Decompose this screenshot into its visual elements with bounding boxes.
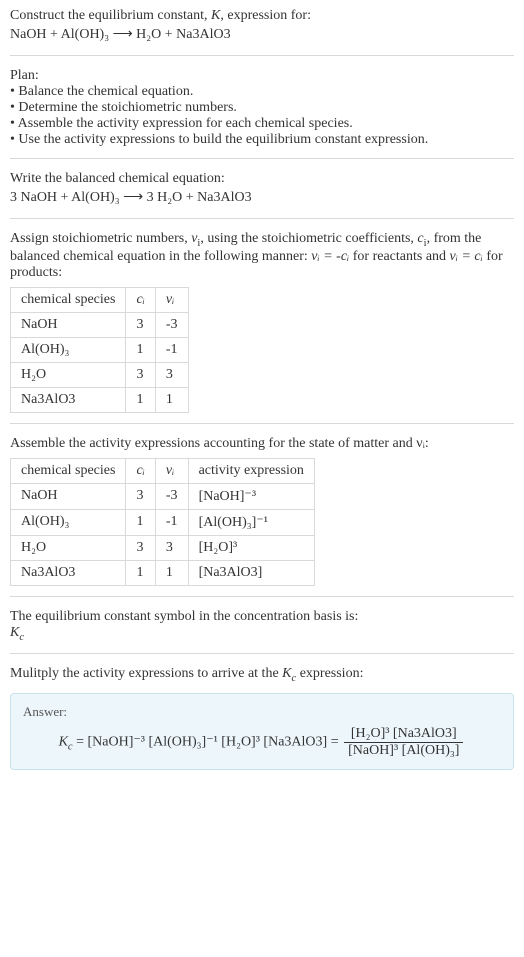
numerator: [H₂O]³ [Na3AlO3] (344, 726, 463, 743)
table-header-row: chemical species cᵢ νᵢ (11, 287, 189, 312)
cell: 1 (155, 387, 188, 412)
multiply-section: Mulitply the activity expressions to arr… (10, 666, 514, 688)
flat-product: [NaOH]⁻³ [Al(OH)₃]⁻¹ [H₂O]³ [Na3AlO3] (88, 735, 328, 750)
table-row: Na3AlO311 (11, 387, 189, 412)
relation: νᵢ = cᵢ (450, 249, 483, 264)
table-row: H₂O33[H₂O]³ (11, 535, 315, 560)
cell: Na3AlO3 (11, 387, 126, 412)
stoich-section: Assign stoichiometric numbers, νi, using… (10, 231, 514, 424)
plan-item: • Use the activity expressions to build … (10, 132, 514, 148)
plan-item: • Assemble the activity expression for e… (10, 116, 514, 132)
plan-item: • Balance the chemical equation. (10, 84, 514, 100)
table-row: Al(OH)₃1-1[Al(OH)₃]⁻¹ (11, 509, 315, 535)
plan-heading: Plan: (10, 68, 514, 84)
denominator: [NaOH]³ [Al(OH)₃] (344, 743, 463, 759)
symbol-section: The equilibrium constant symbol in the c… (10, 609, 514, 654)
col-header: cᵢ (126, 458, 155, 483)
plan-item: • Determine the stoichiometric numbers. (10, 100, 514, 116)
answer-label: Answer: (23, 704, 501, 720)
plan-section: Plan: • Balance the chemical equation. •… (10, 68, 514, 159)
activity-paragraph: Assemble the activity expressions accoun… (10, 436, 514, 452)
cell: [Na3AlO3] (188, 560, 314, 585)
cell: 1 (126, 337, 155, 362)
text: Assign stoichiometric numbers, (10, 231, 191, 246)
fraction: [H₂O]³ [Na3AlO3][NaOH]³ [Al(OH)₃] (344, 726, 463, 759)
plan-item-text: Assemble the activity expression for eac… (18, 116, 353, 131)
table-header-row: chemical species cᵢ νᵢ activity expressi… (11, 458, 315, 483)
cell: 3 (155, 535, 188, 560)
kc-symbol: Kc (10, 625, 514, 643)
sub: c (19, 632, 24, 643)
K: K (10, 625, 19, 640)
K: K (59, 735, 68, 750)
table-row: Na3AlO311[Na3AlO3] (11, 560, 315, 585)
eq: = (327, 735, 342, 750)
col-header: activity expression (188, 458, 314, 483)
text: for reactants and (349, 249, 449, 264)
cell: 1 (126, 560, 155, 585)
K: K (282, 666, 291, 681)
text: Mulitply the activity expressions to arr… (10, 666, 282, 681)
cell: 3 (126, 483, 155, 509)
col-header: chemical species (11, 287, 126, 312)
cell: -1 (155, 337, 188, 362)
activity-table: chemical species cᵢ νᵢ activity expressi… (10, 458, 315, 586)
prompt-section: Construct the equilibrium constant, K, e… (10, 8, 514, 56)
text: cᵢ (136, 463, 144, 478)
eq: = (73, 735, 88, 750)
cell: H₂O (11, 362, 126, 387)
table-row: NaOH3-3[NaOH]⁻³ (11, 483, 315, 509)
cell: 3 (126, 535, 155, 560)
activity-section: Assemble the activity expressions accoun… (10, 436, 514, 597)
col-header: cᵢ (126, 287, 155, 312)
text: , using the stoichiometric coefficients, (200, 231, 417, 246)
prompt-line: Construct the equilibrium constant, K, e… (10, 8, 514, 24)
unbalanced-equation: NaOH + Al(OH)₃ ⟶ H₂O + Na3AlO3 (10, 26, 514, 43)
answer-box: Answer: Kc = [NaOH]⁻³ [Al(OH)₃]⁻¹ [H₂O]³… (10, 693, 514, 770)
cell: -1 (155, 509, 188, 535)
prompt-pre: Construct the equilibrium constant, (10, 8, 211, 23)
cell: Na3AlO3 (11, 560, 126, 585)
cell: [Al(OH)₃]⁻¹ (188, 509, 314, 535)
cell: 3 (155, 362, 188, 387)
cell: NaOH (11, 312, 126, 337)
cell: [H₂O]³ (188, 535, 314, 560)
cell: NaOH (11, 483, 126, 509)
cell: Al(OH)₃ (11, 509, 126, 535)
cell: 1 (155, 560, 188, 585)
text: νᵢ (166, 292, 174, 307)
col-header: νᵢ (155, 287, 188, 312)
cell: 3 (126, 362, 155, 387)
plan-item-text: Balance the chemical equation. (18, 84, 193, 99)
prompt-post: , expression for: (220, 8, 311, 23)
text: expression: (296, 666, 363, 681)
cell: 3 (126, 312, 155, 337)
table-row: NaOH3-3 (11, 312, 189, 337)
table-row: H₂O33 (11, 362, 189, 387)
cell: 1 (126, 509, 155, 535)
stoich-paragraph: Assign stoichiometric numbers, νi, using… (10, 231, 514, 281)
text: cᵢ (136, 292, 144, 307)
balanced-equation: 3 NaOH + Al(OH)₃ ⟶ 3 H₂O + Na3AlO3 (10, 189, 514, 206)
cell: Al(OH)₃ (11, 337, 126, 362)
plan-item-text: Determine the stoichiometric numbers. (18, 100, 237, 115)
col-header: chemical species (11, 458, 126, 483)
symbol-line: The equilibrium constant symbol in the c… (10, 609, 514, 625)
text: νᵢ (166, 463, 174, 478)
balanced-section: Write the balanced chemical equation: 3 … (10, 171, 514, 219)
stoich-table: chemical species cᵢ νᵢ NaOH3-3 Al(OH)₃1-… (10, 287, 189, 413)
relation: νᵢ = -cᵢ (311, 249, 349, 264)
cell: H₂O (11, 535, 126, 560)
prompt-K: K (211, 8, 220, 23)
answer-expression: Kc = [NaOH]⁻³ [Al(OH)₃]⁻¹ [H₂O]³ [Na3AlO… (23, 726, 501, 759)
balanced-heading: Write the balanced chemical equation: (10, 171, 514, 187)
cell: -3 (155, 312, 188, 337)
cell: -3 (155, 483, 188, 509)
cell: [NaOH]⁻³ (188, 483, 314, 509)
cell: 1 (126, 387, 155, 412)
plan-item-text: Use the activity expressions to build th… (18, 132, 428, 147)
col-header: νᵢ (155, 458, 188, 483)
table-row: Al(OH)₃1-1 (11, 337, 189, 362)
